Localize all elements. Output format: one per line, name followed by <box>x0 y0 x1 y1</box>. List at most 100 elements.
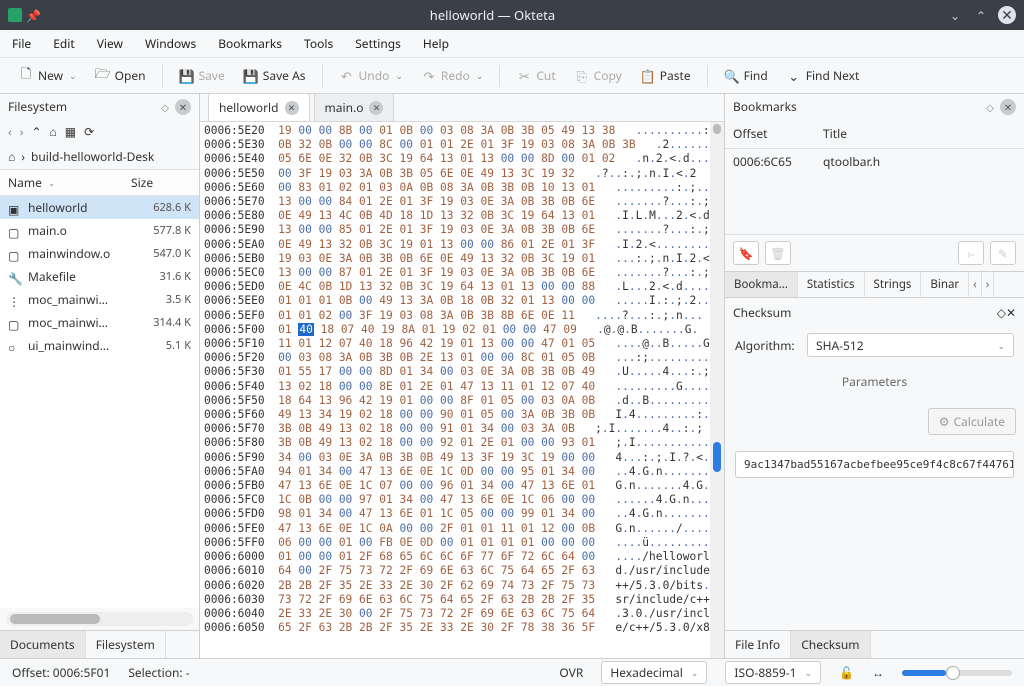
refresh-icon[interactable]: ⟳ <box>84 123 94 140</box>
file-icon: ▢ <box>8 224 22 238</box>
prev-bookmark-button[interactable]: ›⁃ <box>958 241 984 265</box>
menu-tools[interactable]: Tools <box>304 35 333 52</box>
chevron-down-icon: ⌄ <box>997 339 1005 352</box>
copy-button[interactable]: ⎘Copy <box>568 63 628 88</box>
status-ovr[interactable]: OVR <box>559 664 583 681</box>
undo-button[interactable]: ↶Undo⌄ <box>333 63 409 88</box>
close-tab-icon[interactable]: ✕ <box>369 101 383 115</box>
close-button[interactable]: ✕ <box>998 6 1016 24</box>
charset-combo[interactable]: ISO-8859-1⌄ <box>725 661 821 684</box>
close-panel-button[interactable]: ✕ <box>1006 304 1016 321</box>
editor-area: helloworld✕ main.o✕ 0006:5E20 19 00 00 8… <box>200 94 724 658</box>
copy-icon: ⎘ <box>574 68 590 84</box>
home-icon[interactable]: ⌂ <box>50 123 57 140</box>
redo-button[interactable]: ↷Redo⌄ <box>415 63 489 88</box>
findnext-button[interactable]: ⌄Find Next <box>780 63 866 88</box>
float-icon[interactable]: ◇ <box>161 100 169 114</box>
findnext-icon: ⌄ <box>786 68 802 84</box>
rtab-scroll-right[interactable]: › <box>982 272 995 297</box>
menu-help[interactable]: Help <box>423 35 449 52</box>
tab-filesystem[interactable]: Filesystem <box>86 631 166 658</box>
hscrollbar[interactable] <box>6 612 193 626</box>
menu-settings[interactable]: Settings <box>355 35 401 52</box>
tab-documents[interactable]: Documents <box>0 631 86 658</box>
file-row[interactable]: ○ui_mainwind…5.1 K <box>0 334 199 357</box>
save-icon: 💾 <box>179 68 195 84</box>
back-button[interactable]: ‹ <box>8 123 12 140</box>
saveas-button[interactable]: 💾Save As <box>237 63 312 88</box>
delete-bookmark-button[interactable]: 🗑 <box>765 241 791 265</box>
tab-helloworld[interactable]: helloworld✕ <box>208 93 310 121</box>
rtab-bookmarks[interactable]: Bookma… <box>725 272 798 297</box>
rtab-scroll-left[interactable]: ‹ <box>969 272 982 297</box>
float-icon[interactable]: ◇ <box>997 304 1006 321</box>
cut-icon: ✂ <box>516 68 532 84</box>
rtab-binary[interactable]: Binar <box>921 272 969 297</box>
file-row[interactable]: ▣helloworld628.6 K <box>0 196 199 219</box>
scroll-up-button[interactable] <box>713 124 721 134</box>
bookmarks-header: Bookmarks ◇ ✕ <box>725 94 1024 119</box>
lock-icon[interactable]: 🔓 <box>839 664 854 681</box>
bookmark-toolbar: 🔖 🗑 ›⁃ ✎ <box>725 234 1024 271</box>
filesystem-header: Filesystem ◇ ✕ <box>0 94 199 119</box>
pin-icon[interactable]: 📌 <box>26 7 41 24</box>
file-row[interactable]: ▢moc_mainwi…314.4 K <box>0 311 199 334</box>
rtab-statistics[interactable]: Statistics <box>798 272 865 297</box>
edit-bookmark-button[interactable]: ✎ <box>990 241 1016 265</box>
float-icon[interactable]: ◇ <box>986 100 994 114</box>
save-button[interactable]: 💾Save <box>173 63 231 88</box>
fit-width-icon[interactable]: ↔ <box>872 664 884 681</box>
grid-icon[interactable]: ▦ <box>65 123 76 140</box>
file-name: moc_mainwi… <box>28 291 130 308</box>
tab-checksum[interactable]: Checksum <box>791 631 870 658</box>
find-button[interactable]: 🔍Find <box>718 63 774 88</box>
menu-bookmarks[interactable]: Bookmarks <box>218 35 282 52</box>
right-bottom-tabs: File Info Checksum <box>725 630 1024 658</box>
header-name[interactable]: Name⌄ <box>8 174 131 191</box>
hash-output[interactable]: 9ac1347bad55167acbefbee95ce9f4c8c67f4476… <box>735 451 1014 478</box>
tab-main-o[interactable]: main.o✕ <box>314 93 395 121</box>
home-path-icon: ⌂ <box>8 148 15 165</box>
header-size[interactable]: Size <box>131 174 191 191</box>
algorithm-combo[interactable]: SHA-512⌄ <box>807 333 1014 357</box>
close-tab-icon[interactable]: ✕ <box>285 101 299 115</box>
menu-windows[interactable]: Windows <box>145 35 196 52</box>
cut-button[interactable]: ✂Cut <box>510 63 561 88</box>
menu-file[interactable]: File <box>12 35 31 52</box>
calculate-button[interactable]: ⚙Calculate <box>928 408 1016 435</box>
close-panel-button[interactable]: ✕ <box>1000 99 1016 115</box>
paste-icon: 📋 <box>640 68 656 84</box>
chevron-down-icon[interactable]: ⌄ <box>69 69 77 82</box>
file-icon: ▢ <box>8 316 22 330</box>
scroll-thumb[interactable] <box>713 442 721 472</box>
hex-view[interactable]: 0006:5E20 19 00 00 8B 00 01 0B 00 03 08 … <box>200 122 724 658</box>
rtab-strings[interactable]: Strings <box>865 272 922 297</box>
file-row[interactable]: ⋮moc_mainwi…3.5 K <box>0 288 199 311</box>
bookmark-row[interactable]: 0006:6C65 qtoolbar.h <box>725 149 1024 174</box>
file-name: mainwindow.o <box>28 245 130 262</box>
menu-view[interactable]: View <box>97 35 123 52</box>
vscrollbar[interactable] <box>710 122 724 658</box>
file-row[interactable]: ▢main.o577.8 K <box>0 219 199 242</box>
right-panel: Bookmarks ◇ ✕ Offset Title 0006:6C65 qto… <box>724 94 1024 658</box>
breadcrumb[interactable]: ⌂ › build-helloworld-Desk <box>0 144 199 169</box>
forward-button[interactable]: › <box>20 123 24 140</box>
close-panel-button[interactable]: ✕ <box>175 99 191 115</box>
add-bookmark-button[interactable]: 🔖 <box>733 241 759 265</box>
zoom-slider[interactable] <box>902 670 1012 676</box>
menu-edit[interactable]: Edit <box>53 35 74 52</box>
file-icon: ▣ <box>8 201 22 215</box>
maximize-button[interactable]: ⌃ <box>972 6 990 24</box>
file-row[interactable]: ▢mainwindow.o547.0 K <box>0 242 199 265</box>
file-size: 628.6 K <box>136 200 191 215</box>
coding-combo[interactable]: Hexadecimal⌄ <box>601 661 707 684</box>
paste-button[interactable]: 📋Paste <box>634 63 697 88</box>
status-offset: Offset: 0006:5F01 <box>12 664 110 681</box>
tab-fileinfo[interactable]: File Info <box>725 631 791 658</box>
minimize-button[interactable]: ⌄ <box>946 6 964 24</box>
new-button[interactable]: 🗋New⌄ <box>12 63 83 88</box>
algorithm-row: Algorithm: SHA-512⌄ <box>725 327 1024 363</box>
up-button[interactable]: ⌃ <box>31 123 41 140</box>
open-button[interactable]: 🗁Open <box>89 63 152 88</box>
file-row[interactable]: 🔧Makefile31.6 K <box>0 265 199 288</box>
